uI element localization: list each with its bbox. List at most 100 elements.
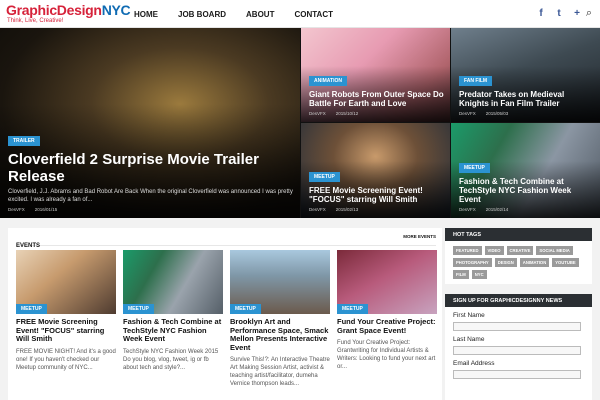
event-excerpt: TechStyle NYC Fashion Week 2015 Do you b… — [123, 348, 219, 371]
featured-main-excerpt: Cloverfield, J.J. Abrams and Bad Robot A… — [8, 189, 293, 203]
email-label: Email Address — [453, 360, 495, 367]
sidebar: HOT TAGS FEATURED VIDEO CREATIVE SOCIAL … — [445, 218, 600, 400]
category-badge[interactable]: MEETUP — [230, 304, 261, 314]
nav-about[interactable]: ABOUT — [246, 10, 274, 19]
twitter-icon[interactable]: t — [554, 8, 564, 19]
post-author[interactable]: DesVFX — [459, 207, 476, 212]
logo-tagline: Think, Live, Creative! — [7, 18, 64, 24]
first-name-field: First Name — [445, 312, 592, 331]
event-card[interactable]: MEETUP Brooklyn Art and Performance Spac… — [230, 250, 330, 388]
post-meta: DesVFX 2015/02/13 — [309, 207, 444, 212]
more-events-link[interactable]: MORE EVENTS — [403, 234, 436, 239]
logo-text: GraphicDesignNYC — [6, 2, 131, 18]
logo-main-text: GraphicDesign — [6, 2, 102, 18]
search-icon[interactable]: ⌕ — [586, 7, 592, 20]
nav-job-board[interactable]: JOB BOARD — [178, 10, 226, 19]
event-image[interactable]: MEETUP — [230, 250, 330, 314]
first-name-input[interactable] — [453, 322, 581, 331]
event-title[interactable]: Brooklyn Art and Performance Space, Smac… — [230, 317, 330, 352]
post-author[interactable]: DesVFX — [309, 207, 326, 212]
post-date: 2015/02/14 — [485, 207, 509, 212]
tile-title[interactable]: Fashion & Tech Combine at TechStyle NYC … — [459, 177, 594, 204]
tag-creative[interactable]: CREATIVE — [506, 246, 534, 255]
site-logo[interactable]: GraphicDesignNYC Think, Live, Creative! — [6, 2, 131, 25]
tile-title[interactable]: FREE Movie Screening Event! "FOCUS" star… — [309, 186, 444, 204]
tile-caption: ANIMATION Giant Robots From Outer Space … — [309, 69, 444, 116]
nav-contact[interactable]: CONTACT — [294, 10, 333, 19]
category-badge[interactable]: MEETUP — [123, 304, 154, 314]
facebook-icon[interactable]: f — [536, 8, 546, 19]
category-badge[interactable]: TRAILER — [8, 136, 40, 146]
events-title: EVENTS — [16, 243, 41, 249]
main-nav: HOME JOB BOARD ABOUT CONTACT — [134, 10, 333, 19]
event-title[interactable]: Fashion & Tech Combine at TechStyle NYC … — [123, 317, 223, 344]
event-excerpt: Fund Your Creative Project: Grantwriting… — [337, 340, 436, 370]
category-badge[interactable]: MEETUP — [337, 304, 368, 314]
featured-tile[interactable]: MEETUP FREE Movie Screening Event! "FOCU… — [301, 123, 450, 218]
first-name-label: First Name — [453, 312, 485, 319]
plus-icon[interactable]: + — [572, 8, 582, 19]
featured-tile[interactable]: FAN FILM Predator Takes on Medieval Knig… — [451, 28, 600, 122]
tag-animation[interactable]: ANIMATION — [519, 258, 550, 267]
tag-list: FEATURED VIDEO CREATIVE SOCIAL MEDIA PHO… — [445, 241, 592, 284]
featured-main-title[interactable]: Cloverfield 2 Surprise Movie Trailer Rel… — [8, 151, 294, 185]
featured-main[interactable]: TRAILER Cloverfield 2 Surprise Movie Tra… — [0, 28, 300, 218]
event-excerpt: FREE MOVIE NIGHT! And it's a good one! I… — [16, 348, 116, 371]
tag-video[interactable]: VIDEO — [484, 246, 504, 255]
post-author[interactable]: DesVFX — [459, 111, 476, 116]
post-meta: DesVFX 2015/02/14 — [459, 207, 594, 212]
site-header: GraphicDesignNYC Think, Live, Creative! … — [0, 0, 600, 28]
events-header: EVENTS MORE EVENTS — [16, 234, 436, 249]
event-image[interactable]: MEETUP — [16, 250, 116, 314]
newsletter-signup: SIGN UP FOR GRAPHICDESIGNNY NEWS First N… — [445, 294, 592, 400]
featured-main-caption: TRAILER Cloverfield 2 Surprise Movie Tra… — [8, 129, 294, 212]
post-date: 2015/10/12 — [335, 111, 359, 116]
social-links: f t + — [536, 8, 582, 19]
event-card[interactable]: MEETUP FREE Movie Screening Event! "FOCU… — [16, 250, 116, 372]
events-section: EVENTS MORE EVENTS MEETUP FREE Movie Scr… — [8, 228, 442, 400]
email-field: Email Address — [445, 360, 592, 379]
category-badge[interactable]: MEETUP — [16, 304, 47, 314]
tile-caption: MEETUP FREE Movie Screening Event! "FOCU… — [309, 165, 444, 212]
event-card[interactable]: MEETUP Fashion & Tech Combine at TechSty… — [123, 250, 223, 372]
tag-film[interactable]: FILM — [453, 270, 469, 279]
tile-caption: FAN FILM Predator Takes on Medieval Knig… — [459, 69, 594, 116]
last-name-field: Last Name — [445, 336, 592, 355]
tag-design[interactable]: DESIGN — [494, 258, 517, 267]
post-author[interactable]: DesVFX — [309, 111, 326, 116]
tag-featured[interactable]: FEATURED — [453, 246, 482, 255]
post-meta: DesVFX 2016/01/15 — [8, 207, 294, 212]
category-badge[interactable]: MEETUP — [309, 172, 340, 182]
last-name-label: Last Name — [453, 336, 485, 343]
email-input[interactable] — [453, 370, 581, 379]
post-author[interactable]: DesVFX — [8, 207, 25, 212]
post-date: 2016/01/15 — [34, 207, 58, 212]
content-area: EVENTS MORE EVENTS MEETUP FREE Movie Scr… — [0, 218, 600, 400]
post-date: 2015/02/13 — [335, 207, 359, 212]
tile-title[interactable]: Predator Takes on Medieval Knights in Fa… — [459, 90, 594, 108]
nav-home[interactable]: HOME — [134, 10, 158, 19]
tag-social-media[interactable]: SOCIAL MEDIA — [536, 246, 573, 255]
event-title[interactable]: Fund Your Creative Project: Grant Space … — [337, 317, 437, 335]
featured-grid: TRAILER Cloverfield 2 Surprise Movie Tra… — [0, 28, 600, 218]
post-meta: DesVFX 2015/10/12 — [309, 111, 444, 116]
tag-youtube[interactable]: YOUTUBE — [552, 258, 579, 267]
signup-title: SIGN UP FOR GRAPHICDESIGNNY NEWS — [445, 294, 592, 307]
last-name-input[interactable] — [453, 346, 581, 355]
tag-photography[interactable]: PHOTOGRAPHY — [453, 258, 492, 267]
category-badge[interactable]: MEETUP — [459, 163, 490, 173]
featured-tile[interactable]: ANIMATION Giant Robots From Outer Space … — [301, 28, 450, 122]
post-date: 2015/05/03 — [485, 111, 509, 116]
logo-nyc-text: NYC — [101, 2, 131, 18]
tag-nyc[interactable]: NYC — [471, 270, 487, 279]
featured-tile[interactable]: MEETUP Fashion & Tech Combine at TechSty… — [451, 123, 600, 218]
post-meta: DesVFX 2015/05/03 — [459, 111, 594, 116]
tile-title[interactable]: Giant Robots From Outer Space Do Battle … — [309, 90, 444, 108]
category-badge[interactable]: ANIMATION — [309, 76, 347, 86]
event-card[interactable]: MEETUP Fund Your Creative Project: Grant… — [337, 250, 437, 371]
event-excerpt: Survive This!?: An Interactive Theatre A… — [230, 357, 330, 387]
event-image[interactable]: MEETUP — [337, 250, 437, 314]
event-title[interactable]: FREE Movie Screening Event! "FOCUS" star… — [16, 317, 116, 344]
category-badge[interactable]: FAN FILM — [459, 76, 493, 86]
event-image[interactable]: MEETUP — [123, 250, 223, 314]
